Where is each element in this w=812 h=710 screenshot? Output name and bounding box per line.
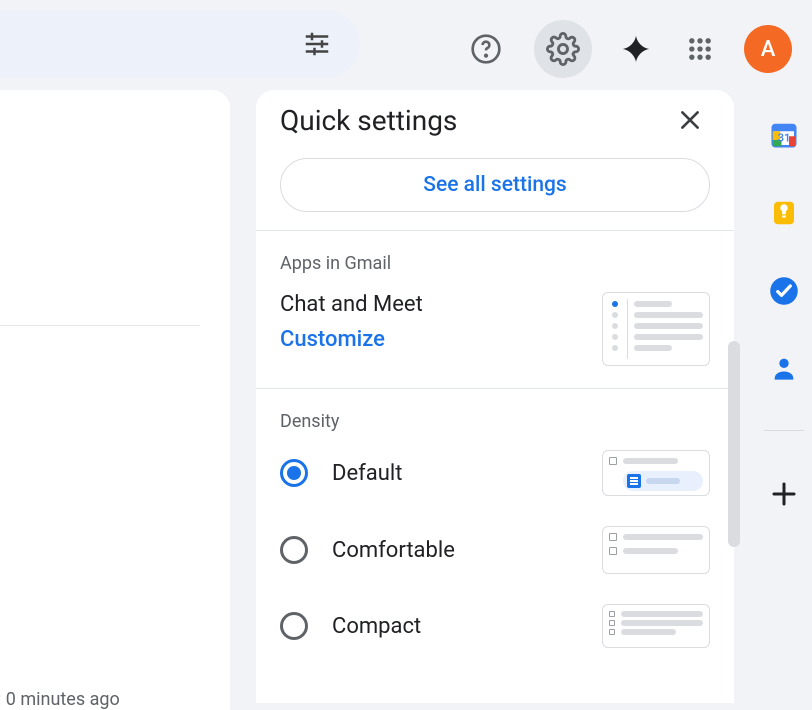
right-sidebar: 31 xyxy=(756,90,812,703)
radio-default[interactable] xyxy=(280,459,308,487)
divider xyxy=(0,325,200,326)
svg-text:31: 31 xyxy=(778,131,791,144)
radio-compact[interactable] xyxy=(280,612,308,640)
gemini-icon[interactable] xyxy=(616,25,656,73)
calendar-icon[interactable]: 31 xyxy=(769,120,799,150)
radio-comfortable[interactable] xyxy=(280,536,308,564)
help-icon[interactable] xyxy=(462,25,510,73)
density-thumb-default xyxy=(602,450,710,496)
apps-thumbnail xyxy=(602,292,710,366)
activity-text: activity: 0 minutes ago xyxy=(0,689,120,710)
density-label: Default xyxy=(332,461,578,486)
avatar-initial: A xyxy=(761,37,776,62)
scrollbar[interactable] xyxy=(728,341,740,547)
settings-icon[interactable] xyxy=(534,20,592,78)
tasks-icon[interactable] xyxy=(769,276,799,306)
search-bar[interactable] xyxy=(0,10,360,78)
density-label: Comfortable xyxy=(332,538,578,563)
density-option-compact[interactable]: Compact xyxy=(280,604,710,648)
density-thumb-comfortable xyxy=(602,526,710,574)
density-option-default[interactable]: Default xyxy=(280,450,710,496)
contacts-icon[interactable] xyxy=(770,354,798,382)
section-apps: Apps in Gmail Chat and Meet Customize xyxy=(256,231,734,388)
keep-icon[interactable] xyxy=(769,198,799,228)
density-label: Compact xyxy=(332,614,578,639)
tune-icon[interactable] xyxy=(302,29,332,59)
apps-grid-icon[interactable] xyxy=(680,25,720,73)
panel-title: Quick settings xyxy=(280,104,457,137)
section-density-title: Density xyxy=(280,411,710,432)
section-apps-title: Apps in Gmail xyxy=(280,253,710,274)
avatar[interactable]: A xyxy=(744,25,792,73)
apps-name: Chat and Meet xyxy=(280,292,423,317)
app-header: A xyxy=(0,0,812,90)
close-icon xyxy=(677,107,703,133)
sidebar-divider xyxy=(764,430,804,431)
section-density: Density Default Comfortable C xyxy=(256,388,734,670)
quick-settings-panel: Quick settings See all settings Apps in … xyxy=(256,90,734,703)
see-all-settings-button[interactable]: See all settings xyxy=(280,158,710,212)
close-button[interactable] xyxy=(670,100,710,140)
apps-customize-link[interactable]: Customize xyxy=(280,327,423,352)
see-all-label: See all settings xyxy=(423,173,566,197)
density-option-comfortable[interactable]: Comfortable xyxy=(280,526,710,574)
main-pane: activity: 0 minutes ago xyxy=(0,90,230,710)
add-icon[interactable] xyxy=(769,479,799,509)
density-thumb-compact xyxy=(602,604,710,648)
